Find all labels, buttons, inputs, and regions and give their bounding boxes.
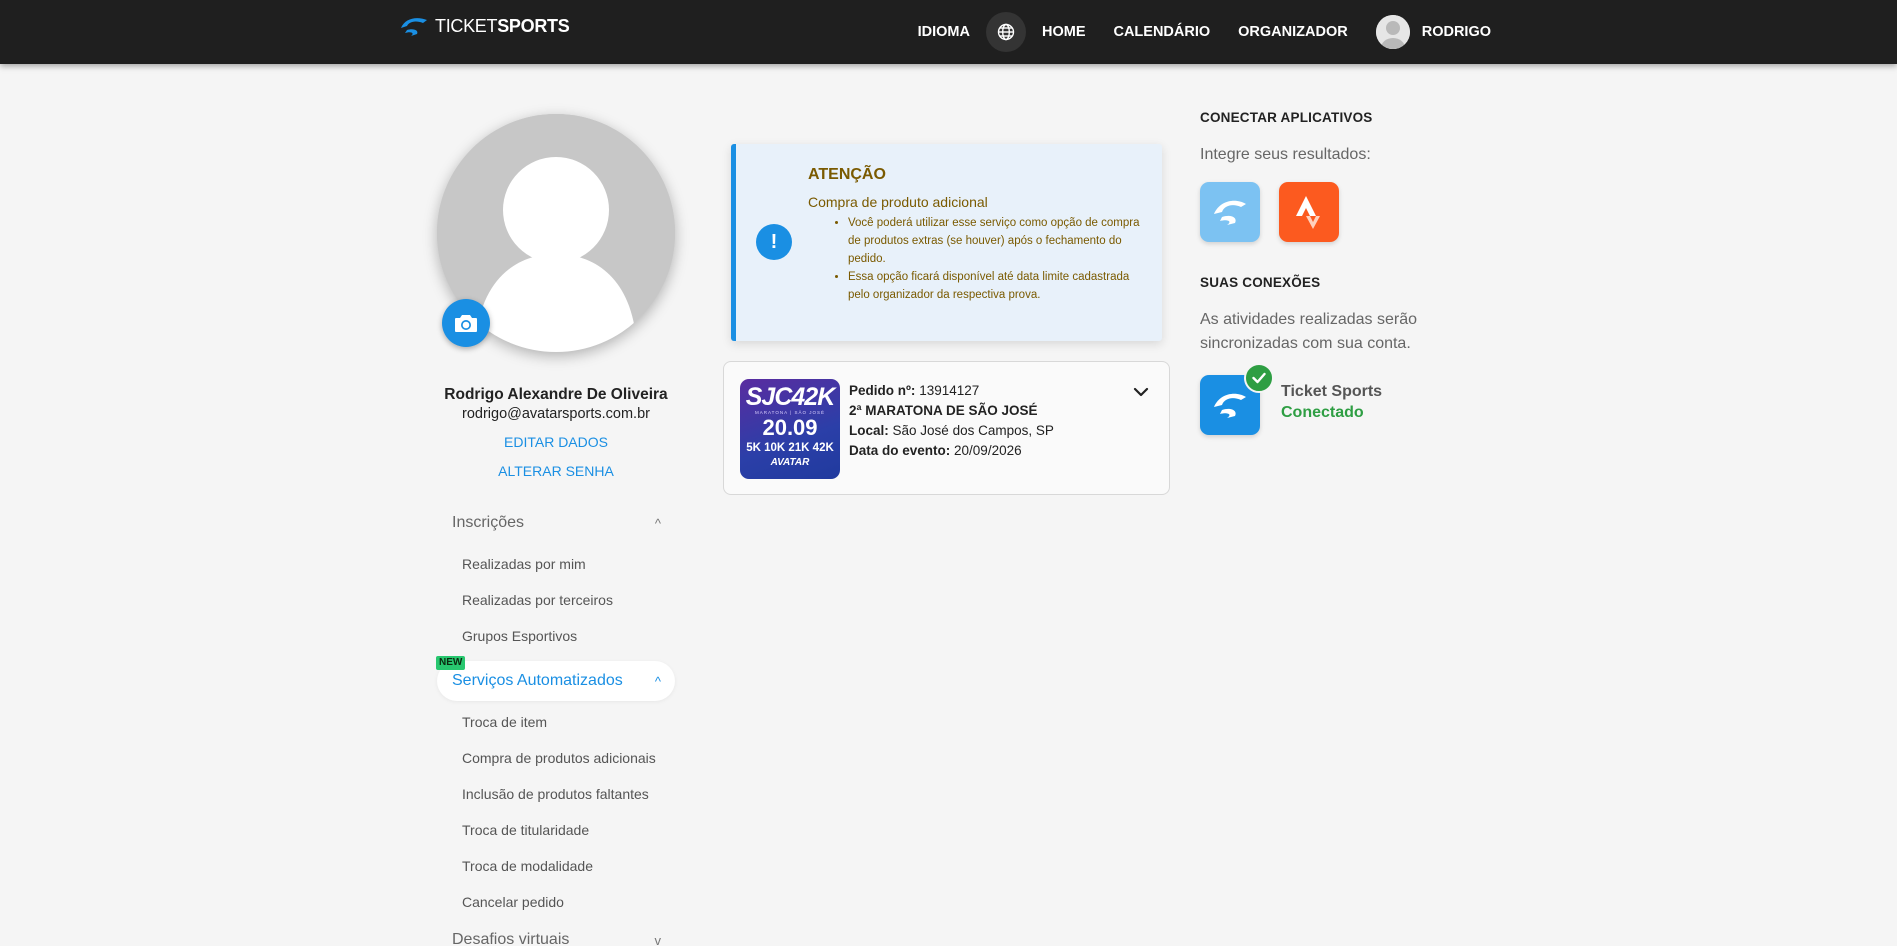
alert-bullet: Essa opção ficará disponível até data li… (848, 268, 1148, 304)
connected-app-name: Ticket Sports (1281, 383, 1383, 400)
thumb-distances: 5K 10K 21K 42K (746, 442, 834, 454)
thumb-brand: AVATAR (770, 457, 810, 468)
chevron-up-icon: ^ (654, 515, 661, 531)
alert-title: ATENÇÃO (808, 166, 886, 183)
check-icon (1244, 363, 1274, 393)
order-card[interactable]: SJC42K MARATONA | SÃO JOSÉ 20.09 5K 10K … (723, 361, 1170, 495)
menu-desafios-label: Desafios virtuais (452, 931, 570, 946)
connections-title: SUAS CONEXÕES (1200, 275, 1321, 290)
info-icon: ! (756, 224, 792, 260)
menu-item-cancelar-pedido[interactable]: Cancelar pedido (462, 894, 564, 910)
alert-subtitle: Compra de produto adicional (808, 194, 988, 210)
nav-idioma[interactable]: IDIOMA (904, 24, 984, 40)
menu-servicos-label: Serviços Automatizados (452, 672, 623, 689)
menu-item-troca-titularidade[interactable]: Troca de titularidade (462, 822, 589, 838)
strava-icon (1296, 196, 1320, 229)
ticketsports-app-tile[interactable] (1200, 182, 1260, 242)
order-number-label: Pedido nº: (849, 383, 916, 398)
chevron-down-icon: v (654, 932, 662, 946)
menu-item-inclusao-produtos-faltantes[interactable]: Inclusão de produtos faltantes (462, 786, 649, 802)
menu-item-realizadas-por-mim[interactable]: Realizadas por mim (462, 556, 586, 572)
profile-name: Rodrigo Alexandre De Oliveira (444, 386, 668, 403)
thumb-name: SJC42K (745, 383, 836, 411)
order-location: São José dos Campos, SP (892, 423, 1054, 438)
order-date: 20/09/2026 (954, 443, 1022, 458)
menu-item-grupos-esportivos[interactable]: Grupos Esportivos (462, 628, 577, 644)
connection-status: Conectado (1281, 404, 1364, 421)
globe-icon[interactable] (985, 12, 1026, 52)
ticketsports-app-icon (1214, 393, 1246, 418)
user-name: RODRIGO (1421, 24, 1491, 40)
top-navbar: TICKETSPORTS IDIOMA HOME CALENDÁRIO ORGA… (0, 0, 1897, 64)
new-badge: NEW (436, 656, 466, 670)
connect-apps-title: CONECTAR APLICATIVOS (1200, 110, 1373, 125)
strava-app-tile[interactable] (1279, 182, 1339, 242)
order-number: 13914127 (919, 383, 980, 398)
edit-data-link[interactable]: EDITAR DADOS (400, 434, 712, 450)
menu-inscricoes-label: Inscrições (452, 514, 525, 531)
menu-item-compra-produtos-adicionais[interactable]: Compra de produtos adicionais (462, 750, 656, 766)
user-menu[interactable]: RODRIGO (1362, 15, 1491, 49)
nav-calendario[interactable]: CALENDÁRIO (1099, 24, 1224, 40)
nav-home[interactable]: HOME (1028, 24, 1100, 40)
change-password-link[interactable]: ALTERAR SENHA (400, 463, 712, 479)
order-location-label: Local: (849, 423, 889, 438)
thumb-date: 20.09 (762, 415, 818, 440)
menu-item-troca-modalidade[interactable]: Troca de modalidade (462, 858, 593, 874)
menu-desafios-virtuais[interactable]: Desafios virtuais v (437, 920, 675, 946)
alert-bullets: Você poderá utilizar esse serviço como o… (808, 214, 1148, 304)
menu-servicos-automatizados[interactable]: Serviços Automatizados ^ (437, 661, 675, 701)
event-thumbnail: SJC42K MARATONA | SÃO JOSÉ 20.09 5K 10K … (740, 379, 840, 479)
ticketsports-app-icon (1214, 200, 1246, 225)
change-photo-button[interactable] (442, 299, 490, 347)
expand-chevron-icon[interactable] (1133, 384, 1149, 402)
ticketsports-logo[interactable]: TICKETSPORTS (397, 14, 570, 38)
order-event-name: 2ª MARATONA DE SÃO JOSÉ (849, 403, 1038, 418)
profile-email: rodrigo@avatarsports.com.br (462, 406, 650, 422)
order-details: Pedido nº: 13914127 2ª MARATONA DE SÃO J… (849, 381, 1054, 461)
connections-text: As atividades realizadas serão sincroniz… (1200, 311, 1418, 352)
menu-inscricoes[interactable]: Inscrições ^ (437, 503, 675, 543)
menu-item-realizadas-por-terceiros[interactable]: Realizadas por terceiros (462, 592, 613, 608)
attention-alert: ! ATENÇÃO Compra de produto adicional Vo… (731, 144, 1162, 341)
avatar (1375, 15, 1410, 49)
connect-apps-text: Integre seus resultados: (1200, 146, 1371, 163)
logo-text: TICKETSPORTS (435, 15, 570, 36)
nav-organizador[interactable]: ORGANIZADOR (1224, 24, 1362, 40)
menu-item-troca-de-item[interactable]: Troca de item (462, 714, 547, 730)
main-nav: IDIOMA HOME CALENDÁRIO ORGANIZADOR RODRI… (904, 12, 1491, 52)
camera-icon (455, 315, 477, 332)
alert-bullet: Você poderá utilizar esse serviço como o… (848, 214, 1148, 268)
chevron-up-icon: ^ (654, 673, 661, 689)
ticketsports-logo-icon (401, 18, 427, 36)
order-date-label: Data do evento: (849, 443, 951, 458)
